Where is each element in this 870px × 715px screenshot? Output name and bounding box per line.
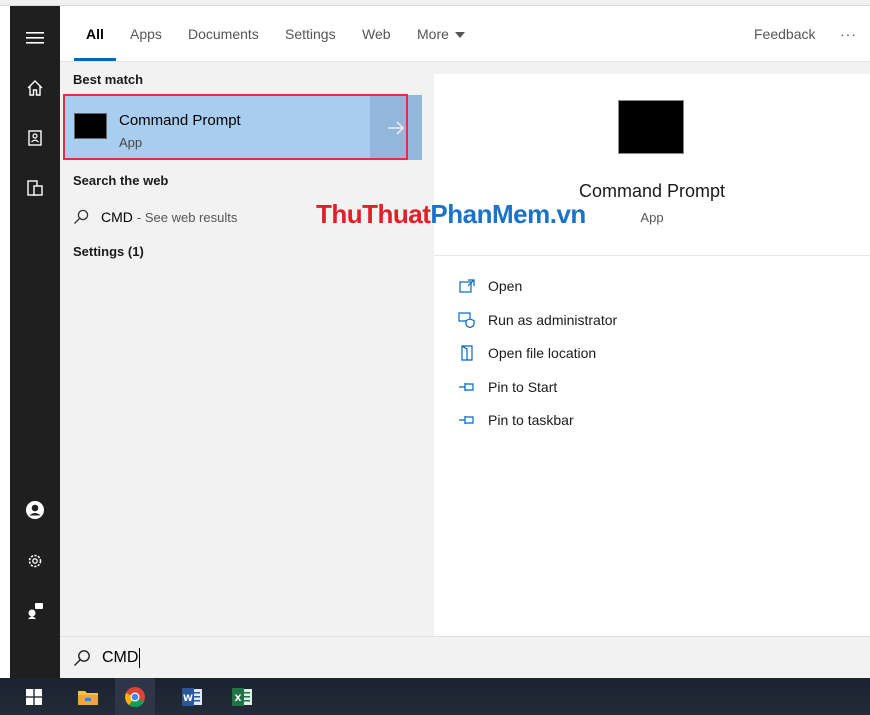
taskbar: W X — [0, 678, 870, 715]
action-pin-to-taskbar-label: Pin to taskbar — [488, 412, 574, 428]
search-box[interactable]: CMD — [60, 636, 870, 678]
chrome-browser-icon[interactable] — [115, 678, 155, 715]
tab-more-label: More — [417, 26, 449, 42]
best-match-result[interactable]: Command Prompt App — [63, 95, 422, 160]
action-run-as-administrator[interactable]: Run as administrator — [456, 309, 617, 331]
settings-results-heading[interactable]: Settings (1) — [73, 244, 144, 259]
feedback-hub-icon[interactable] — [23, 598, 47, 622]
action-open-label: Open — [488, 278, 523, 294]
feedback-link[interactable]: Feedback — [754, 26, 815, 42]
chevron-down-icon — [454, 32, 465, 39]
notebook-icon[interactable] — [23, 126, 47, 150]
svg-text:W: W — [183, 694, 193, 704]
text-caret — [139, 648, 141, 668]
pin-icon — [456, 378, 478, 396]
watermark-part-1: ThuThuat — [316, 199, 431, 229]
pin-icon — [456, 411, 478, 429]
best-match-open-area[interactable]: Command Prompt App — [63, 95, 370, 160]
result-preview-pane: Command Prompt App Open Run as administr… — [434, 74, 870, 636]
action-pin-to-taskbar[interactable]: Pin to taskbar — [456, 409, 574, 431]
start-left-rail — [10, 6, 60, 678]
settings-gear-icon[interactable] — [23, 549, 47, 573]
file-explorer-icon[interactable] — [68, 678, 108, 715]
command-prompt-large-icon — [618, 100, 684, 154]
tab-apps[interactable]: Apps — [130, 26, 162, 42]
action-open-file-location-label: Open file location — [488, 345, 597, 361]
hamburger-menu-icon[interactable] — [23, 26, 47, 50]
excel-app-icon[interactable]: X — [222, 678, 262, 715]
more-options-icon[interactable]: ··· — [840, 26, 857, 42]
preview-divider — [434, 255, 870, 256]
word-app-icon[interactable]: W — [172, 678, 212, 715]
expand-details-button[interactable] — [370, 95, 422, 160]
search-icon — [74, 650, 90, 666]
search-input[interactable]: CMD — [102, 648, 141, 668]
search-results-list: Best match Command Prompt App Search the… — [60, 62, 422, 636]
action-pin-to-start-label: Pin to Start — [488, 379, 558, 395]
tab-settings[interactable]: Settings — [285, 26, 336, 42]
best-match-heading: Best match — [73, 72, 144, 87]
start-button-windows-icon[interactable] — [14, 678, 54, 715]
action-pin-to-start[interactable]: Pin to Start — [456, 376, 557, 398]
tab-more[interactable]: More — [417, 26, 465, 42]
best-match-subtitle: App — [119, 135, 143, 150]
search-web-heading: Search the web — [73, 173, 169, 188]
site-watermark: ThuThuatPhanMem.vn — [316, 199, 586, 230]
action-open-file-location[interactable]: Open file location — [456, 342, 596, 364]
watermark-part-3: .vn — [549, 199, 587, 229]
action-run-as-administrator-label: Run as administrator — [488, 312, 618, 328]
shield-icon — [456, 311, 478, 329]
arrow-right-icon — [388, 121, 404, 134]
best-match-title: Command Prompt — [119, 112, 241, 129]
tab-web[interactable]: Web — [362, 26, 391, 42]
svg-text:X: X — [235, 694, 242, 704]
devices-icon[interactable] — [23, 176, 47, 200]
home-icon[interactable] — [23, 76, 47, 100]
tab-documents[interactable]: Documents — [188, 26, 259, 42]
action-open[interactable]: Open — [456, 275, 522, 297]
watermark-part-2: PhanMem — [430, 199, 550, 229]
search-icon — [74, 209, 89, 224]
active-tab-indicator — [74, 58, 116, 61]
web-search-result[interactable]: CMD - See web results — [73, 205, 237, 229]
search-filter-tabs: All Apps Documents Settings Web More Fee… — [60, 6, 870, 62]
web-search-suffix: - See web results — [136, 209, 238, 225]
user-account-icon[interactable] — [23, 498, 47, 522]
tab-all[interactable]: All — [86, 26, 104, 42]
search-input-value: CMD — [102, 649, 139, 667]
open-icon — [456, 277, 478, 295]
web-search-query: CMD — [101, 209, 133, 225]
folder-icon — [456, 344, 478, 362]
command-prompt-app-icon — [74, 113, 107, 139]
